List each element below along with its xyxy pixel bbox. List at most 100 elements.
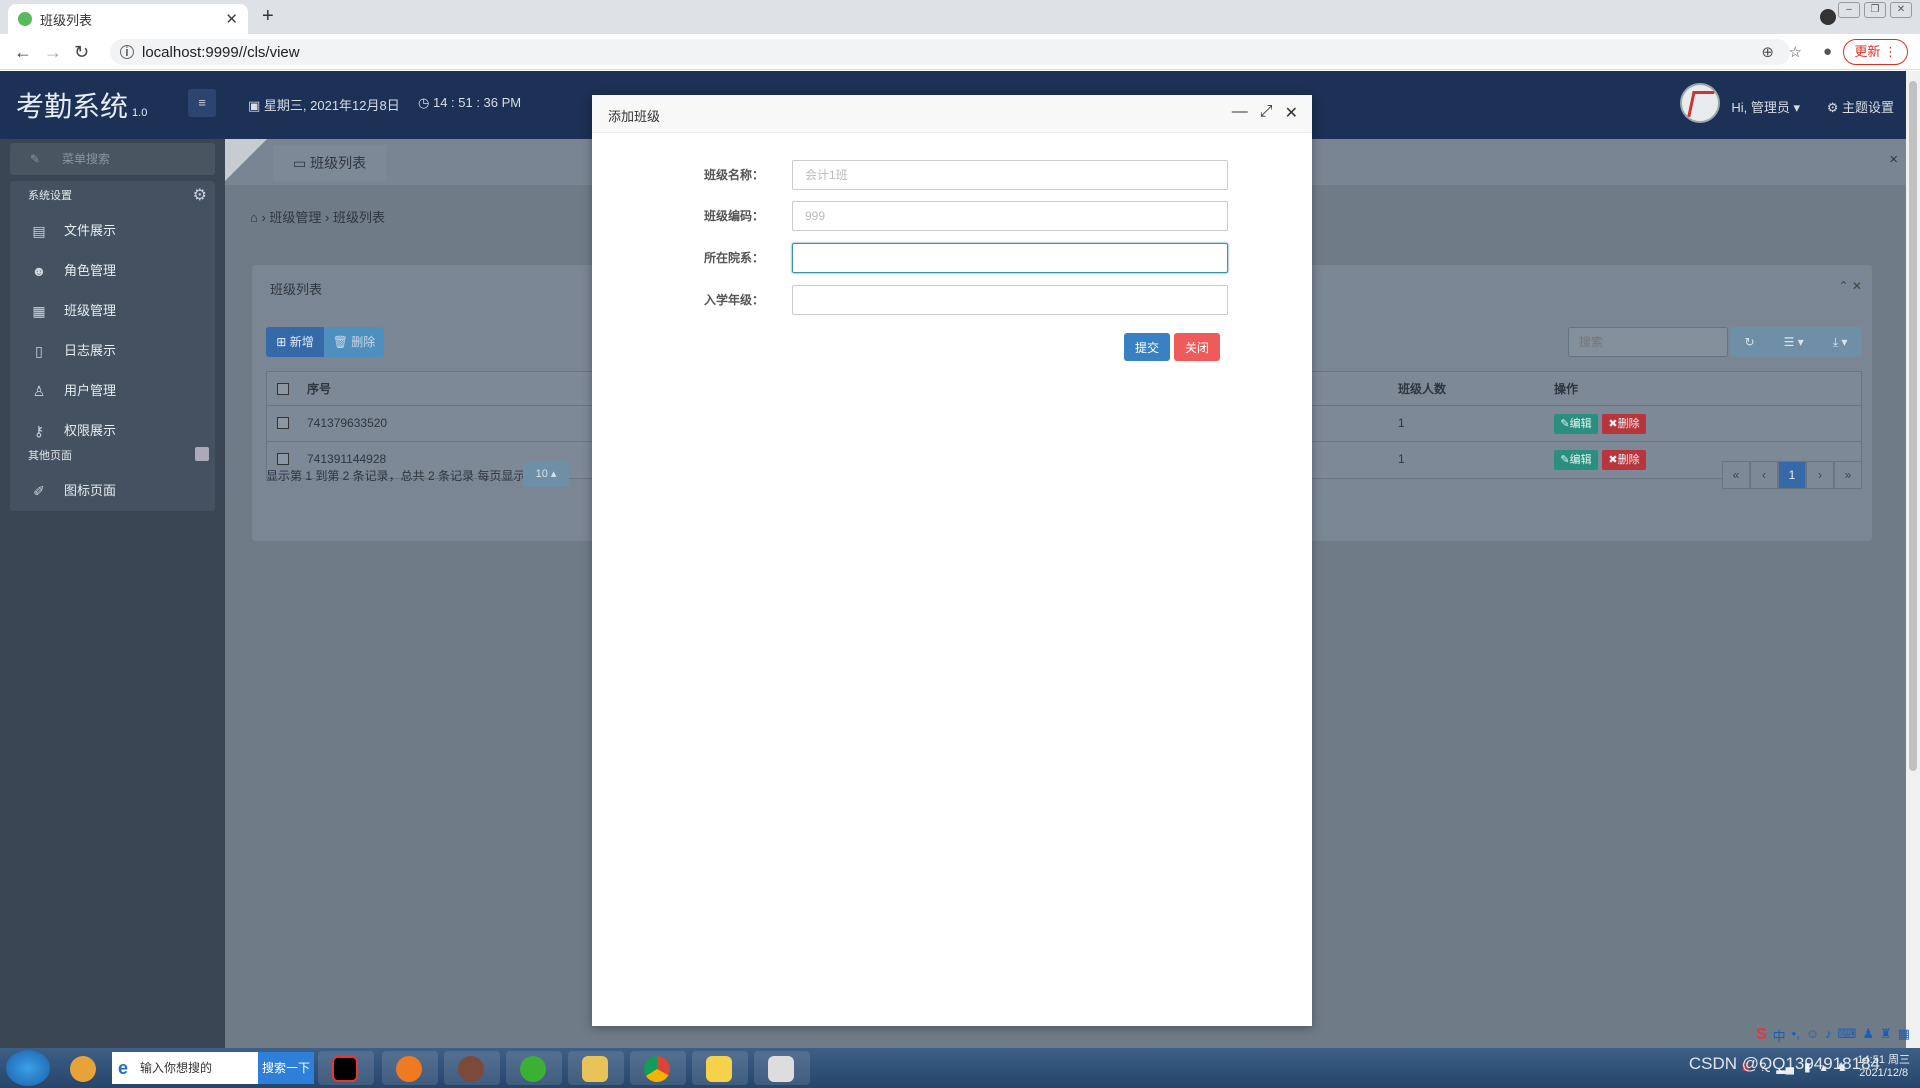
select-all-checkbox[interactable] (277, 383, 289, 395)
prev-page-button[interactable]: ‹ (1750, 461, 1778, 489)
first-page-button[interactable]: « (1722, 461, 1750, 489)
reload-icon[interactable]: ↻ (74, 42, 89, 63)
close-icon[interactable]: ✕ (1285, 103, 1298, 123)
punctuation-icon[interactable]: •, (1792, 1026, 1800, 1045)
row-delete-button[interactable]: ✖删除 (1602, 450, 1646, 470)
chrome-icon[interactable] (630, 1051, 686, 1085)
minimize-window-icon[interactable]: – (1838, 2, 1860, 18)
taskbar-search-button[interactable]: 搜索一下 (258, 1052, 314, 1084)
tab-search-icon[interactable] (1820, 9, 1836, 25)
bookmark-star-icon[interactable]: ☆ (1789, 43, 1802, 61)
close-tab-icon[interactable]: ✕ (225, 10, 238, 28)
breadcrumb-item[interactable]: 班级管理 (269, 210, 321, 225)
restore-window-icon[interactable]: ❐ (1864, 2, 1886, 18)
app-brand: 考勤系统 1.0 (16, 91, 148, 122)
form-row-department: 所在院系： (592, 243, 1312, 273)
sidebar-item-logs[interactable]: ▯ 日志展示 (10, 331, 215, 371)
page-size-select[interactable]: 10 ▴ (523, 461, 569, 487)
keyboard-icon[interactable]: ⌨ (1838, 1026, 1857, 1045)
tab-class-list[interactable]: ▭ 班级列表 (273, 145, 387, 181)
toggle-sidebar-button[interactable]: ≡ (188, 89, 216, 117)
sidebar-item-users[interactable]: ♙ 用户管理 (10, 371, 215, 411)
url-field[interactable]: i localhost:9999//cls/view (110, 39, 1790, 65)
page-button[interactable]: 1 (1778, 461, 1806, 489)
add-button[interactable]: ⊞ 新增 (266, 327, 324, 357)
row-checkbox[interactable] (277, 417, 289, 429)
last-page-button[interactable]: » (1834, 461, 1862, 489)
table-search-input[interactable] (1568, 327, 1728, 357)
panel-title: 班级列表 (270, 282, 323, 297)
folder-icon[interactable] (692, 1051, 748, 1085)
export-icon[interactable]: ⤓ ▾ (1833, 335, 1848, 350)
users-icon: ☻ (31, 263, 47, 279)
class-name-field[interactable] (792, 160, 1228, 190)
update-button[interactable]: 更新 ⋮ (1843, 39, 1908, 65)
class-code-field[interactable] (792, 201, 1228, 231)
maximize-icon[interactable]: ⤢ (1260, 103, 1273, 123)
favicon-icon (18, 12, 32, 26)
column-header[interactable]: 班级人数 (1398, 372, 1446, 406)
toolbox-icon[interactable]: ▦ (1898, 1026, 1910, 1045)
zoom-icon[interactable]: ⊕ (1761, 43, 1774, 61)
ime-mode-indicator[interactable]: 中 (1773, 1026, 1786, 1045)
close-window-icon[interactable]: ✕ (1890, 2, 1912, 18)
theme-settings-button[interactable]: ⚙ 主题设置 (1827, 97, 1894, 116)
close-button[interactable]: 关闭 (1174, 333, 1220, 361)
skin-icon[interactable]: ♟ (1862, 1026, 1874, 1045)
close-icon[interactable]: × (1889, 151, 1898, 168)
360-browser-icon[interactable] (56, 1051, 112, 1085)
delete-button[interactable]: 🗑 删除 (324, 327, 384, 357)
recorder-icon[interactable] (754, 1051, 810, 1085)
grid-icon: ▦ (32, 303, 46, 319)
breadcrumb-item: 班级列表 (333, 210, 386, 225)
firefox-icon[interactable] (382, 1051, 438, 1085)
column-header[interactable]: 序号 (307, 372, 331, 406)
breadcrumb: ⌂ › 班级管理 › 班级列表 (250, 210, 386, 225)
sidebar-item-icons[interactable]: ✐ 图标页面 (10, 471, 215, 511)
back-icon[interactable]: ← (14, 42, 32, 63)
sogou-ime-icon[interactable]: S (1756, 1026, 1767, 1045)
refresh-icon[interactable]: ↻ (1745, 335, 1755, 349)
edit-button[interactable]: ✎编辑 (1554, 414, 1598, 434)
intellij-icon[interactable] (318, 1051, 374, 1085)
sidebar-item-roles[interactable]: ☻ 角色管理 (10, 251, 215, 291)
enrollment-grade-field[interactable] (792, 285, 1228, 315)
taskbar-search-input[interactable]: e 输入你想搜的 (112, 1052, 258, 1084)
new-tab-icon[interactable]: + (262, 5, 274, 28)
emoji-icon[interactable]: ☺ (1806, 1026, 1819, 1045)
microphone-icon[interactable]: ♪ (1825, 1026, 1832, 1045)
home-icon[interactable]: ⌂ (250, 210, 258, 225)
user-menu[interactable]: Hi, 管理员 ▾ (1731, 97, 1800, 116)
menu-search[interactable]: ✎ 菜单搜索 (10, 143, 215, 175)
submit-button[interactable]: 提交 (1124, 333, 1170, 361)
url-text: localhost:9999//cls/view (142, 43, 300, 61)
sidebar-item-classes[interactable]: ▦ 班级管理 (10, 291, 215, 331)
row-delete-button[interactable]: ✖删除 (1602, 414, 1646, 434)
tab-fold-corner (225, 139, 267, 181)
navicat-icon[interactable] (444, 1051, 500, 1085)
next-page-button[interactable]: › (1806, 461, 1834, 489)
sidebar-group-other: 其他页面 ✐ 图标页面 (10, 441, 215, 511)
field-label: 班级名称： (703, 168, 764, 182)
forward-icon[interactable]: → (44, 42, 62, 63)
shirt-icon[interactable]: ♜ (1880, 1026, 1892, 1045)
row-checkbox[interactable] (277, 453, 289, 465)
watermark: CSDN @QQ1394918184 (1688, 1054, 1880, 1073)
columns-icon[interactable]: ☰ ▾ (1784, 335, 1804, 349)
site-info-icon[interactable]: i (120, 45, 134, 59)
panel-controls[interactable]: ⌃ ✕ (1839, 279, 1862, 293)
browser-tab[interactable]: 班级列表 ✕ (8, 4, 248, 34)
wechat-icon[interactable] (506, 1051, 562, 1085)
edit-button[interactable]: ✎编辑 (1554, 450, 1598, 470)
sidebar-item-files[interactable]: ▤ 文件展示 (10, 211, 215, 251)
page-scrollbar[interactable] (1906, 71, 1920, 1048)
form-row-class-name: 班级名称： (592, 160, 1312, 190)
file-explorer-icon[interactable] (568, 1051, 624, 1085)
minimize-icon[interactable]: — (1232, 103, 1248, 123)
gear-icon[interactable]: ⚙ (193, 181, 207, 211)
department-field[interactable] (792, 243, 1228, 273)
profile-icon[interactable]: ● (1823, 43, 1832, 60)
start-button[interactable] (6, 1050, 50, 1086)
search-icon: ✎ (30, 152, 41, 166)
avatar[interactable] (1680, 83, 1720, 123)
